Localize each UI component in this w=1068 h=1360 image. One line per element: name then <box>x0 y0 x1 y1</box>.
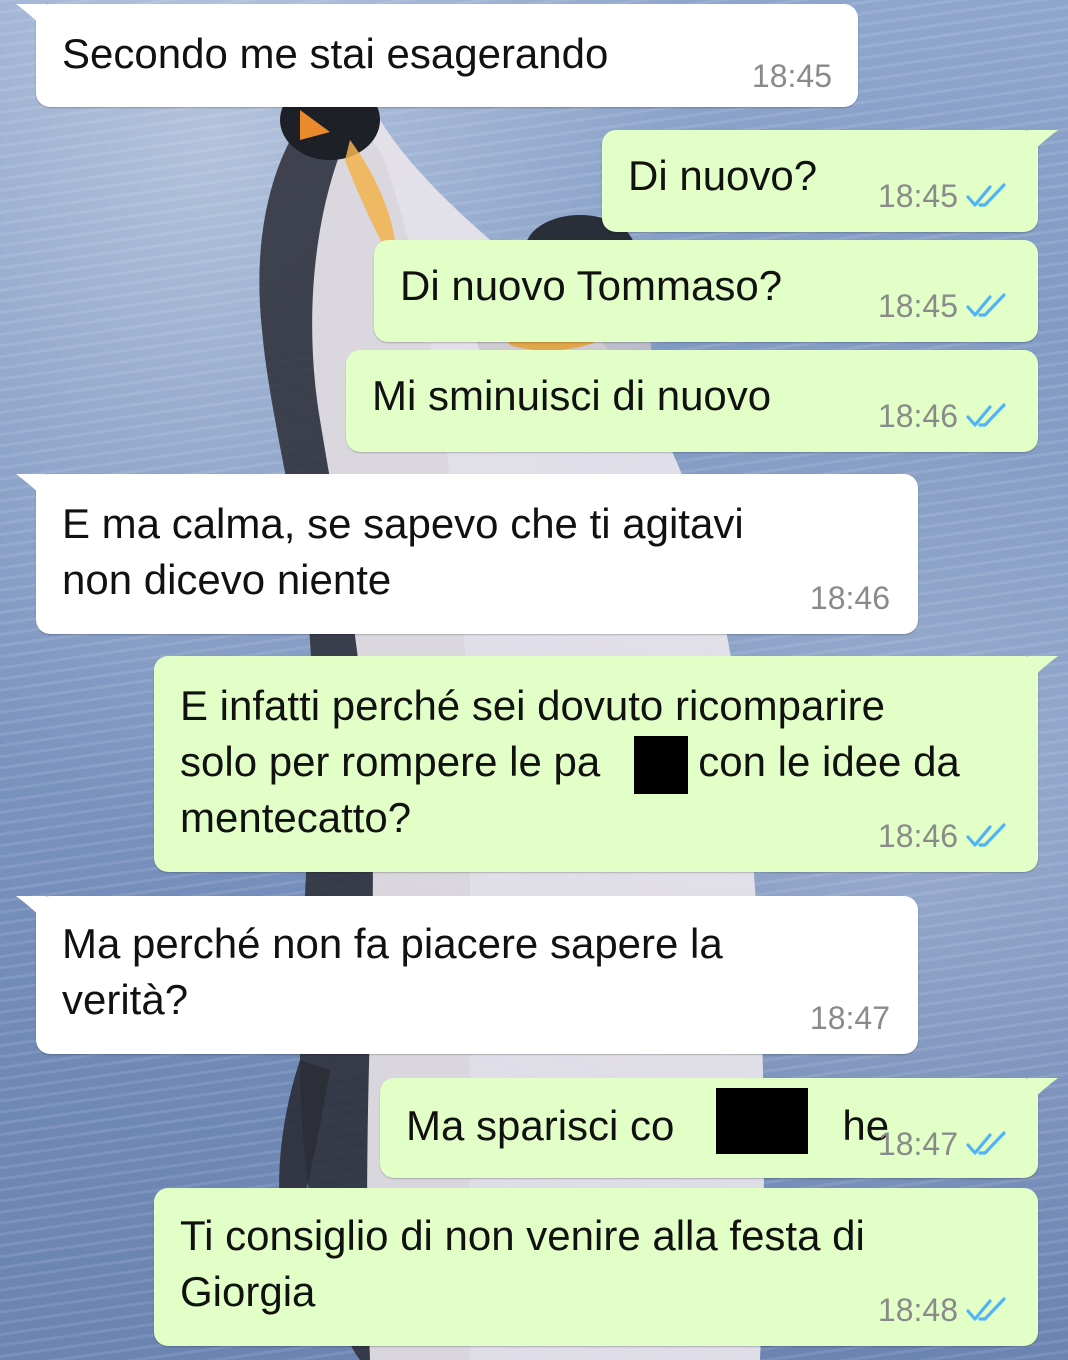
double-check-icon <box>966 183 1006 207</box>
message-text-line: Giorgia <box>180 1268 316 1315</box>
message-text-line: mentecatto? <box>180 794 412 841</box>
message-incoming[interactable]: Secondo me stai esagerando 18:45 <box>16 4 858 107</box>
double-check-icon <box>966 1131 1006 1155</box>
message-meta: 18:48 <box>878 1292 1010 1328</box>
double-check-icon <box>966 823 1006 847</box>
double-check-icon <box>966 293 1006 317</box>
double-check-icon <box>966 403 1006 427</box>
message-meta: 18:46 <box>878 398 1010 434</box>
message-text: Ma sparisci co he <box>406 1102 890 1149</box>
bubble-tail <box>16 474 46 500</box>
message-text-line: Ma perché non fa piacere sapere la <box>62 920 723 967</box>
redaction-box <box>634 736 688 794</box>
bubble-tail <box>1028 656 1058 682</box>
double-check-icon <box>966 1297 1006 1321</box>
message-meta: 18:45 <box>878 288 1010 324</box>
message-outgoing[interactable]: Di nuovo? 18:45 <box>602 130 1058 232</box>
message-meta: 18:47 <box>810 1000 890 1036</box>
message-time: 18:45 <box>751 58 832 94</box>
message-time: 18:48 <box>877 1292 958 1328</box>
message-meta: 18:46 <box>810 580 890 616</box>
message-text-line: non dicevo niente <box>62 556 392 603</box>
bubble-tail <box>1028 130 1058 156</box>
message-time: 18:47 <box>877 1126 958 1162</box>
bubble-tail <box>16 4 46 30</box>
message-meta: 18:45 <box>878 178 1010 214</box>
message-incoming[interactable]: Ma perché non fa piacere sapere la verit… <box>16 896 918 1054</box>
message-text-line: verità? <box>62 976 189 1023</box>
message-outgoing[interactable]: E infatti perché sei dovuto ricomparire … <box>154 656 1058 872</box>
message-text: Di nuovo? <box>628 152 818 199</box>
message-text: Di nuovo Tommaso? <box>400 262 783 309</box>
message-incoming[interactable]: E ma calma, se sapevo che ti agitavi non… <box>16 474 918 634</box>
message-time: 18:47 <box>809 1000 890 1036</box>
message-text: Secondo me stai esagerando <box>62 30 609 77</box>
message-meta: 18:47 <box>878 1126 1010 1162</box>
message-outgoing[interactable]: Ma sparisci co he 18:47 <box>380 1078 1058 1178</box>
message-text-line: E ma calma, se sapevo che ti agitavi <box>62 500 744 547</box>
message-outgoing[interactable]: Ti consiglio di non venire alla festa di… <box>154 1188 1038 1346</box>
message-meta: 18:45 <box>752 58 832 94</box>
message-text-line: E infatti perché sei dovuto ricomparire <box>180 682 885 729</box>
message-text: Mi sminuisci di nuovo <box>372 372 772 419</box>
bubble-tail <box>16 896 46 922</box>
message-time: 18:45 <box>877 178 958 214</box>
message-time: 18:46 <box>809 580 890 616</box>
bubble-tail <box>1028 1078 1058 1104</box>
message-time: 18:46 <box>877 398 958 434</box>
message-meta: 18:46 <box>878 818 1010 854</box>
message-time: 18:46 <box>877 818 958 854</box>
message-text-line: Ti consiglio di non venire alla festa di <box>180 1212 865 1259</box>
message-text-line: solo per rompere le pa e con le idee da <box>180 738 960 785</box>
message-time: 18:45 <box>877 288 958 324</box>
message-outgoing[interactable]: Di nuovo Tommaso? 18:45 <box>374 240 1038 342</box>
message-outgoing[interactable]: Mi sminuisci di nuovo 18:46 <box>346 350 1038 452</box>
redaction-box <box>716 1088 808 1154</box>
